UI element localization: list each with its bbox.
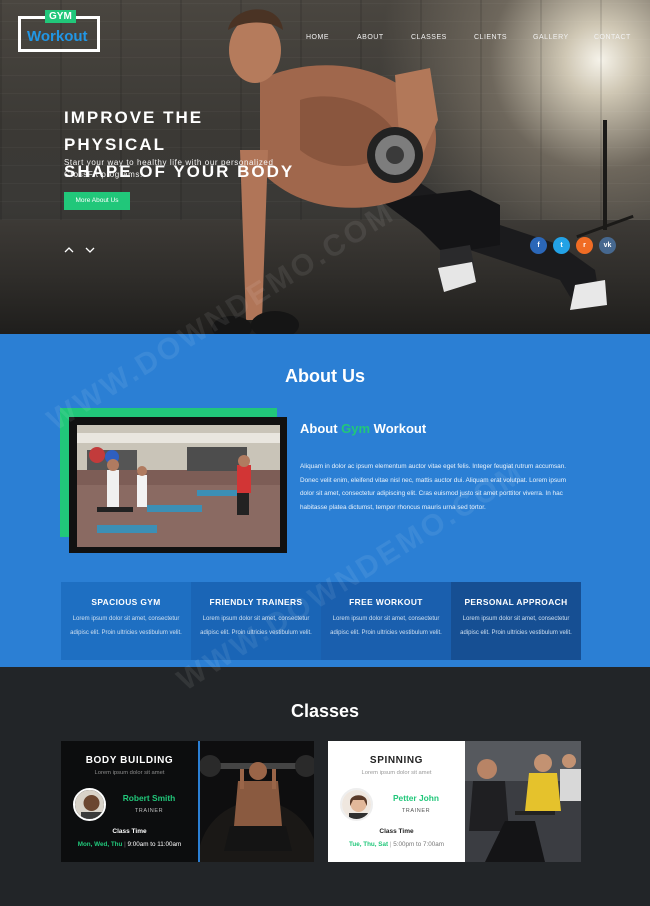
class-subtitle: Lorem ipsum dolor sit amet xyxy=(94,770,165,776)
trainer-name[interactable]: Petter John xyxy=(376,793,456,803)
trainer-name[interactable]: Robert Smith xyxy=(109,793,189,803)
class-days: Mon, Wed, Thu xyxy=(77,841,123,848)
nav-gallery[interactable]: GALLERY xyxy=(533,34,569,41)
trainer-role: TRAINER xyxy=(401,808,431,814)
vk-icon[interactable]: vk xyxy=(599,237,616,254)
class-hours: 5:00pm to 7:00am xyxy=(393,841,444,848)
trainer-avatar xyxy=(73,788,106,821)
about-heading-accent: Gym xyxy=(341,421,371,436)
class-card-spinning[interactable]: SPINNING Lorem ipsum dolor sit amet Pett… xyxy=(328,741,581,862)
twitter-icon[interactable]: t xyxy=(553,237,570,254)
class-card-body-building[interactable]: BODY BUILDING Lorem ipsum dolor sit amet… xyxy=(61,741,314,862)
feature-text: Lorem ipsum dolor sit amet, consectetur … xyxy=(330,616,442,636)
class-card-info: SPINNING Lorem ipsum dolor sit amet Pett… xyxy=(328,741,465,862)
feature-text: Lorem ipsum dolor sit amet, consectetur … xyxy=(460,616,572,636)
classes-title: Classes xyxy=(290,701,360,721)
class-hours: 9:00am to 11:00am xyxy=(127,841,182,848)
nav-contact[interactable]: CONTACT xyxy=(594,34,631,41)
hero-subtitle: Start your way to healthy life with our … xyxy=(64,157,324,181)
class-time: Tue, Thu, Sat | 5:00pm to 7:00am xyxy=(349,841,444,848)
spinning-image xyxy=(465,741,581,862)
hero-subtitle-line-2: CrossFit programs. xyxy=(64,170,143,179)
feature-spacious-gym: SPACIOUS GYM Lorem ipsum dolor sit amet,… xyxy=(61,582,191,660)
rss-icon[interactable]: r xyxy=(576,237,593,254)
class-time-label: Class Time xyxy=(112,828,147,835)
nav-home[interactable]: HOME xyxy=(306,34,329,41)
about-heading-post: Workout xyxy=(370,421,427,436)
class-time: Mon, Wed, Thu | 9:00am to 11:00am xyxy=(77,841,182,848)
body-building-image xyxy=(198,741,314,862)
about-heading-pre: About xyxy=(300,421,342,436)
feature-text: Lorem ipsum dolor sit amet, consectetur … xyxy=(70,616,182,636)
hero-subtitle-line-1: Start your way to healthy life with our … xyxy=(64,158,274,167)
main-nav: HOME ABOUT CLASSES CLIENTS GALLERY CONTA… xyxy=(0,34,650,46)
class-time-label: Class Time xyxy=(379,828,414,835)
hero-banner: GYM Workout HOME ABOUT CLASSES CLIENTS G… xyxy=(0,0,650,334)
nav-classes[interactable]: CLASSES xyxy=(411,34,447,41)
about-heading: About Gym Workout xyxy=(300,421,426,436)
trainer-role: TRAINER xyxy=(134,808,164,814)
facebook-icon[interactable]: f xyxy=(530,237,547,254)
class-card-info: BODY BUILDING Lorem ipsum dolor sit amet… xyxy=(61,741,198,862)
trainer-avatar xyxy=(340,788,373,821)
hero-title-line-1: IMPROVE THE PHYSICAL xyxy=(64,108,204,154)
more-about-us-button[interactable]: More About Us xyxy=(64,192,130,210)
classes-section: Classes BODY BUILDING Lorem ipsum dolor … xyxy=(0,667,650,906)
chevron-up-icon[interactable] xyxy=(64,245,74,255)
logo-gym-tag: GYM xyxy=(45,10,76,23)
nav-clients[interactable]: CLIENTS xyxy=(474,34,507,41)
gym-interior-image xyxy=(77,425,280,547)
class-days: Tue, Thu, Sat xyxy=(349,841,389,848)
feature-title: SPACIOUS GYM xyxy=(91,597,161,607)
feature-title: PERSONAL APPROACH xyxy=(464,597,568,607)
class-name: SPINNING xyxy=(369,755,424,766)
class-subtitle: Lorem ipsum dolor sit amet xyxy=(361,770,432,776)
class-name: BODY BUILDING xyxy=(85,755,174,766)
feature-personal-approach: PERSONAL APPROACH Lorem ipsum dolor sit … xyxy=(451,582,581,660)
nav-about[interactable]: ABOUT xyxy=(357,34,384,41)
chevron-down-icon[interactable] xyxy=(85,245,95,255)
